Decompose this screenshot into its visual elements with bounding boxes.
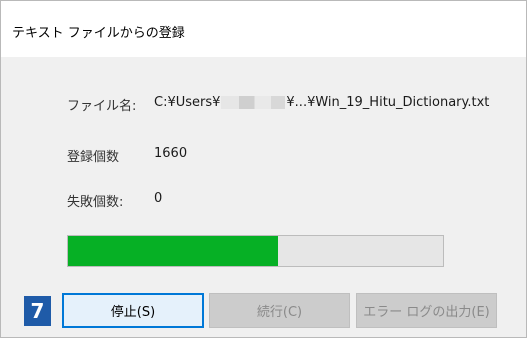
- file-path-prefix: C:¥Users¥: [154, 95, 221, 110]
- stop-button[interactable]: 停止(S): [62, 293, 204, 328]
- registered-count-value: 1660: [154, 146, 188, 161]
- import-dialog: テキスト ファイルからの登録 ファイル名: C:¥Users¥ ¥...¥Win…: [0, 0, 527, 338]
- registered-count-label: 登録個数: [67, 150, 120, 165]
- continue-button[interactable]: 続行(C): [209, 293, 350, 328]
- progress-bar: [67, 235, 444, 267]
- failed-count-label: 失敗個数:: [67, 195, 124, 210]
- step-number-badge: 7: [24, 296, 51, 326]
- redacted-username: [221, 96, 286, 109]
- export-error-log-button[interactable]: エラー ログの出力(E): [356, 293, 497, 328]
- file-path-value: C:¥Users¥ ¥...¥Win_19_Hitu_Dictionary.tx…: [154, 95, 489, 110]
- window-title: テキスト ファイルからの登録: [12, 26, 185, 41]
- failed-count-value: 0: [154, 191, 163, 206]
- file-name-label: ファイル名:: [67, 99, 137, 114]
- title-bar: テキスト ファイルからの登録: [1, 1, 526, 57]
- progress-fill: [68, 236, 278, 266]
- file-path-suffix: ¥...¥Win_19_Hitu_Dictionary.txt: [286, 95, 490, 110]
